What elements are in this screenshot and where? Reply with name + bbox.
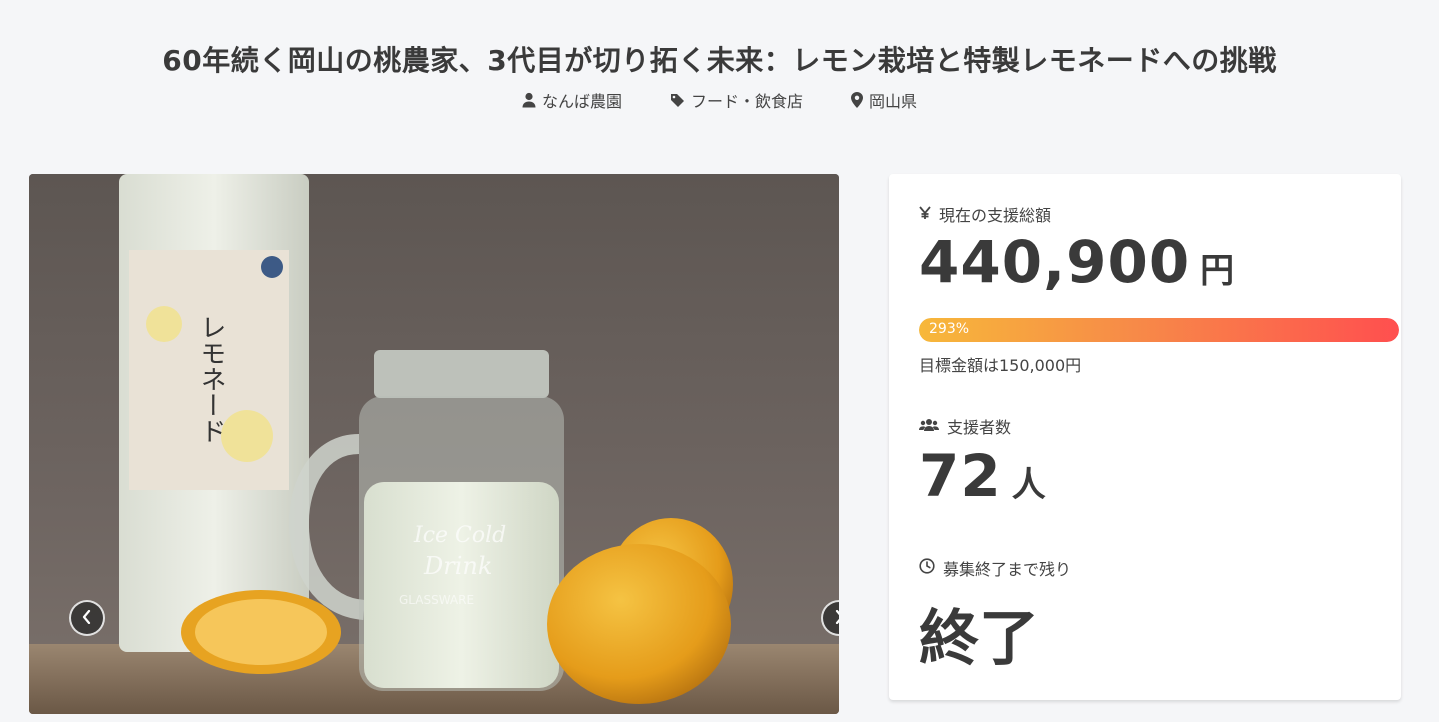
meta-location[interactable]: 岡山県 <box>851 88 917 112</box>
funding-stats-card: 現在の支援総額 440,900 円 293% 目標金額は150,000円 支援者… <box>889 174 1401 700</box>
total-amount: 440,900 円 <box>919 228 1234 296</box>
clock-icon <box>919 558 935 578</box>
image-carousel[interactable]: レモネード Ice Cold Drink GLASSWARE <box>29 174 839 714</box>
users-icon <box>919 417 939 436</box>
supporters-count-number: 72 <box>919 442 1002 510</box>
supporters-count: 72 人 <box>919 442 1046 510</box>
map-pin-icon <box>851 92 863 108</box>
total-amount-unit: 円 <box>1200 251 1235 291</box>
page-title: 60年続く岡山の桃農家、3代目が切り拓く未来：レモン栽培と特製レモネードへの挑戦 <box>162 43 1277 77</box>
user-icon <box>522 92 536 108</box>
meta-owner[interactable]: なんば農園 <box>522 88 622 112</box>
carousel-prev-button[interactable] <box>69 600 105 636</box>
total-amount-number: 440,900 <box>919 228 1191 296</box>
funding-progress-percent: 293% <box>929 321 970 337</box>
project-meta: なんば農園 フード・飲食店 岡山県 <box>0 88 1439 112</box>
tag-icon <box>670 93 685 108</box>
location-name: 岡山県 <box>869 92 918 111</box>
supporters-label-row: 支援者数 <box>919 414 1011 438</box>
jar-text-1: Ice Cold <box>413 523 506 548</box>
supporters-label: 支援者数 <box>947 418 1012 437</box>
remaining-value: 終了 <box>919 604 1039 674</box>
jar-text-2: Drink <box>423 552 492 580</box>
lemonade-photo: レモネード Ice Cold Drink GLASSWARE <box>29 174 839 714</box>
funding-progress-bar: 293% <box>919 318 1399 342</box>
remaining-label-row: 募集終了まで残り <box>919 556 1071 580</box>
bottle-label-text: レモネード <box>196 314 226 444</box>
owner-name: なんば農園 <box>541 92 622 111</box>
total-label: 現在の支援総額 <box>939 206 1052 225</box>
meta-category[interactable]: フード・飲食店 <box>670 88 803 112</box>
total-label-row: 現在の支援総額 <box>919 202 1051 226</box>
category-name: フード・飲食店 <box>690 92 803 111</box>
yen-icon <box>919 205 931 224</box>
jar-text-3: GLASSWARE <box>399 593 474 607</box>
supporters-count-unit: 人 <box>1011 465 1046 505</box>
chevron-left-icon <box>81 609 93 628</box>
funding-progress-fill: 293% <box>919 318 1399 342</box>
goal-amount: 目標金額は150,000円 <box>919 356 1082 375</box>
chevron-right-icon <box>833 609 839 628</box>
remaining-label: 募集終了まで残り <box>943 560 1072 579</box>
